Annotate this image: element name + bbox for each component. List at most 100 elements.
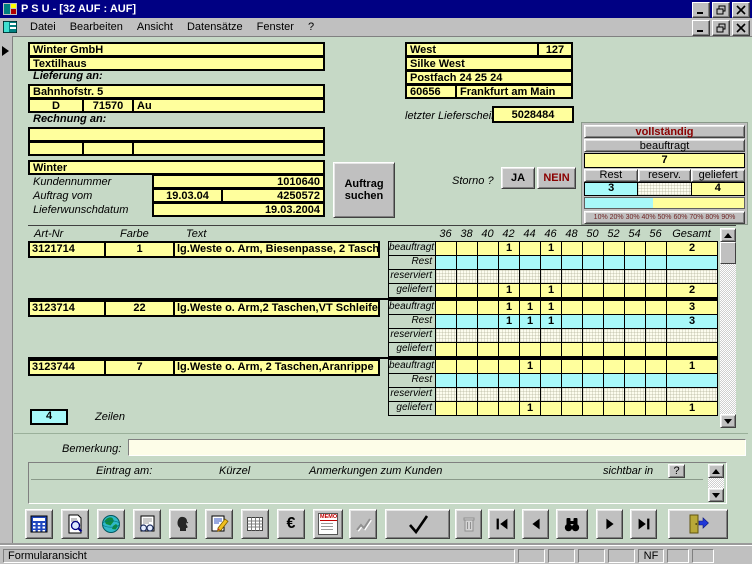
exit-button[interactable] (668, 509, 728, 539)
size-cell-48[interactable] (561, 300, 583, 315)
color-field[interactable]: 7 (104, 359, 175, 376)
customer-name1-field[interactable]: Winter GmbH (28, 42, 325, 57)
reserved-column-header[interactable]: reserv. (638, 169, 692, 182)
delivered-column-header[interactable]: geliefert (691, 169, 745, 182)
first-record-button[interactable] (488, 509, 515, 539)
search-order-button[interactable]: Auftrag suchen (333, 162, 395, 218)
print-preview-button[interactable] (61, 509, 89, 539)
size-cell-46[interactable]: 1 (540, 300, 562, 315)
size-cell-42[interactable] (498, 359, 520, 374)
rep-name-field[interactable]: Silke West (405, 56, 573, 71)
color-field[interactable]: 1 (104, 241, 175, 258)
rest-column-header[interactable]: Rest (584, 169, 638, 182)
size-cell-40[interactable] (477, 300, 499, 315)
grid-scroll-down-button[interactable] (720, 414, 736, 428)
size-cell-56[interactable] (645, 300, 667, 315)
notes-help-button[interactable]: ? (668, 464, 685, 478)
menu-item-datenstze[interactable]: Datensätze (180, 19, 250, 35)
article-text-field[interactable]: lg.Weste o. Arm, 2 Taschen,Aranrippe (173, 359, 380, 376)
customer-button[interactable] (169, 509, 197, 539)
size-cell-40[interactable] (477, 359, 499, 374)
size-cell-46[interactable] (540, 359, 562, 374)
grid-scrollbar[interactable] (720, 228, 736, 428)
size-cell-54[interactable] (624, 241, 646, 256)
remark-field[interactable] (128, 439, 746, 456)
article-number-field[interactable]: 3123744 (28, 359, 106, 376)
delivery-wish-date-field[interactable]: 19.03.2004 (152, 202, 325, 217)
city-field[interactable]: Au (132, 100, 323, 111)
menu-item-fenster[interactable]: Fenster (250, 19, 301, 35)
mdi-restore-button[interactable] (712, 20, 730, 36)
menu-item-ansicht[interactable]: Ansicht (130, 19, 180, 35)
customer-shortname-field[interactable]: Winter (28, 160, 325, 175)
article-number-field[interactable]: 3121714 (28, 241, 106, 258)
rep-region-field[interactable]: West (407, 44, 537, 55)
size-cell-50[interactable] (582, 359, 604, 374)
color-field[interactable]: 22 (104, 300, 175, 317)
size-cell-38[interactable] (456, 359, 478, 374)
size-cell-50[interactable] (582, 241, 604, 256)
globe-button[interactable] (97, 509, 125, 539)
size-cell-48[interactable] (561, 359, 583, 374)
previous-record-button[interactable] (522, 509, 549, 539)
size-cell-36[interactable] (435, 359, 457, 374)
euro-button[interactable]: € (277, 509, 305, 539)
article-text-field[interactable]: lg.Weste o. Arm,2 Taschen,VT Schleifen (173, 300, 380, 317)
customer-name2-field[interactable]: Textilhaus (28, 56, 325, 71)
size-cell-52[interactable] (603, 300, 625, 315)
status-complete-button[interactable]: vollständig (584, 125, 745, 138)
grid-scroll-up-button[interactable] (720, 228, 736, 242)
menu-item-?[interactable]: ? (301, 19, 321, 35)
grid-scroll-thumb[interactable] (720, 242, 736, 264)
memo-button[interactable]: MEMO (313, 509, 343, 539)
size-cell-42[interactable]: 1 (498, 241, 520, 256)
article-number-field[interactable]: 3123714 (28, 300, 106, 317)
total-cell[interactable]: 3 (666, 300, 718, 315)
record-selector-bar[interactable] (0, 36, 13, 545)
size-cell-44[interactable]: 1 (519, 300, 541, 315)
country-field[interactable]: D (30, 100, 82, 111)
billing-zip-field[interactable] (82, 143, 132, 154)
search-button[interactable] (556, 509, 588, 539)
size-cell-48[interactable] (561, 241, 583, 256)
last-delivery-note-field[interactable]: 5028484 (492, 106, 574, 123)
menu-item-datei[interactable]: Datei (23, 19, 63, 35)
restore-button[interactable] (712, 2, 730, 18)
size-cell-36[interactable] (435, 300, 457, 315)
size-cell-44[interactable] (519, 241, 541, 256)
calculator-button[interactable] (25, 509, 53, 539)
confirm-button[interactable] (385, 509, 450, 539)
order-number-field[interactable]: 4250572 (221, 188, 325, 203)
customer-number-field[interactable]: 1010640 (152, 174, 325, 189)
menu-item-bearbeiten[interactable]: Bearbeiten (63, 19, 130, 35)
size-cell-44[interactable]: 1 (519, 359, 541, 374)
minimize-button[interactable] (692, 2, 710, 18)
size-cell-40[interactable] (477, 241, 499, 256)
size-cell-56[interactable] (645, 241, 667, 256)
size-cell-38[interactable] (456, 300, 478, 315)
next-record-button[interactable] (596, 509, 623, 539)
billing-country-field[interactable] (30, 143, 82, 154)
billing-city-field[interactable] (132, 143, 323, 154)
edit-order-button[interactable] (205, 509, 233, 539)
last-record-button[interactable] (630, 509, 657, 539)
size-cell-52[interactable] (603, 359, 625, 374)
total-cell[interactable]: 2 (666, 241, 718, 256)
billing-name-field[interactable] (28, 127, 325, 142)
table-view-button[interactable] (241, 509, 269, 539)
rep-zip-field[interactable]: 60656 (407, 86, 455, 97)
notes-scrollbar[interactable] (708, 464, 724, 502)
size-cell-36[interactable] (435, 241, 457, 256)
zip-field[interactable]: 71570 (82, 100, 132, 111)
status-ordered-button[interactable]: beauftragt (584, 139, 745, 152)
order-date-field[interactable]: 19.03.04 (152, 188, 223, 203)
size-cell-50[interactable] (582, 300, 604, 315)
rep-region-number-field[interactable]: 127 (537, 44, 571, 55)
article-text-field[interactable]: lg.Weste o. Arm, Biesenpasse, 2 Taschen (173, 241, 380, 258)
rep-street-field[interactable]: Postfach 24 25 24 (405, 70, 573, 85)
size-cell-42[interactable]: 1 (498, 300, 520, 315)
rep-city-field[interactable]: Frankfurt am Main (455, 86, 571, 97)
close-button[interactable] (732, 2, 750, 18)
mdi-close-button[interactable] (732, 20, 750, 36)
size-cell-54[interactable] (624, 300, 646, 315)
